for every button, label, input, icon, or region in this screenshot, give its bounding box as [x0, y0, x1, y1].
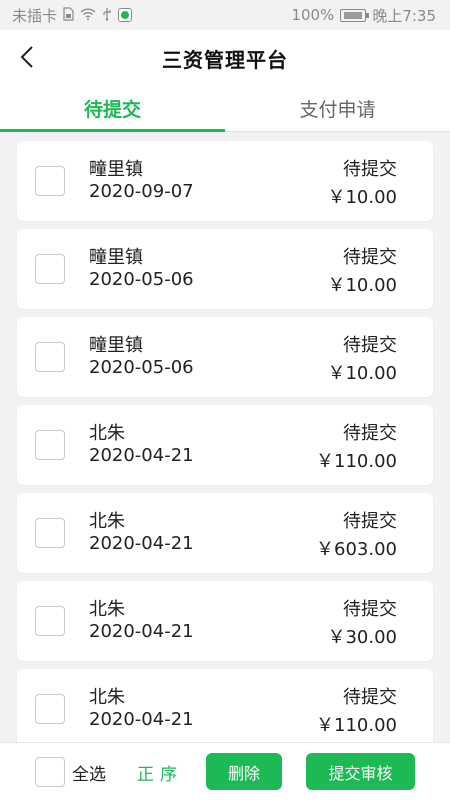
select-all-label[interactable]: 全选 [72, 760, 106, 785]
clock: 晚上7:35 [372, 6, 436, 25]
item-place: 疃里镇 [89, 335, 143, 356]
app-header: 三资管理平台 [0, 30, 450, 86]
item-date: 2020-04-21 [89, 621, 194, 642]
item-amount: ￥10.00 [327, 187, 397, 208]
item-status: 待提交 [343, 423, 397, 444]
app-notification-icon [118, 8, 133, 22]
tab-pending-submit[interactable]: 待提交 [0, 86, 225, 132]
list-item[interactable]: 疃里镇 2020-05-06 待提交 ￥10.00 [17, 229, 433, 309]
item-place: 疃里镇 [89, 159, 143, 180]
usb-icon [102, 7, 112, 24]
list-item[interactable]: 北朱 2020-04-21 待提交 ￥110.00 [17, 669, 433, 742]
item-place: 疃里镇 [89, 247, 143, 268]
item-amount: ￥603.00 [316, 539, 397, 560]
item-status: 待提交 [343, 687, 397, 708]
item-place: 北朱 [89, 687, 125, 708]
item-date: 2020-04-21 [89, 445, 194, 466]
page-title: 三资管理平台 [162, 47, 288, 72]
item-status: 待提交 [343, 599, 397, 620]
item-checkbox[interactable] [35, 430, 65, 460]
wifi-icon [80, 7, 96, 23]
item-date: 2020-05-06 [89, 269, 194, 290]
item-status: 待提交 [343, 247, 397, 268]
back-button[interactable] [10, 40, 44, 74]
item-amount: ￥10.00 [327, 275, 397, 296]
item-status: 待提交 [343, 335, 397, 356]
item-checkbox[interactable] [35, 166, 65, 196]
item-amount: ￥110.00 [316, 715, 397, 736]
item-status: 待提交 [343, 159, 397, 180]
record-list[interactable]: 疃里镇 2020-09-07 待提交 ￥10.00 疃里镇 2020-05-06… [0, 132, 450, 742]
item-date: 2020-04-21 [89, 533, 194, 554]
item-checkbox[interactable] [35, 606, 65, 636]
item-date: 2020-04-21 [89, 709, 194, 730]
bottom-action-bar: 全选 正序 删除 提交审核 [0, 742, 450, 800]
status-bar: 未插卡 100% 晚上7:35 [0, 0, 450, 30]
item-checkbox[interactable] [35, 254, 65, 284]
item-place: 北朱 [89, 599, 125, 620]
status-right: 100% 晚上7:35 [291, 5, 436, 26]
select-all-checkbox[interactable] [35, 757, 65, 787]
delete-button[interactable]: 删除 [206, 753, 282, 790]
item-checkbox[interactable] [35, 518, 65, 548]
sim-icon [63, 6, 74, 24]
battery-percent: 100% [291, 6, 335, 24]
battery-icon [340, 8, 370, 22]
item-date: 2020-05-06 [89, 357, 194, 378]
item-place: 北朱 [89, 423, 125, 444]
item-date: 2020-09-07 [89, 181, 194, 202]
chevron-left-icon [20, 46, 33, 68]
item-amount: ￥30.00 [327, 627, 397, 648]
item-amount: ￥10.00 [327, 363, 397, 384]
item-checkbox[interactable] [35, 694, 65, 724]
item-status: 待提交 [343, 511, 397, 532]
submit-review-button[interactable]: 提交审核 [306, 753, 415, 790]
item-place: 北朱 [89, 511, 125, 532]
list-item[interactable]: 疃里镇 2020-09-07 待提交 ￥10.00 [17, 141, 433, 221]
list-item[interactable]: 北朱 2020-04-21 待提交 ￥603.00 [17, 493, 433, 573]
list-item[interactable]: 北朱 2020-04-21 待提交 ￥30.00 [17, 581, 433, 661]
carrier-text: 未插卡 [12, 6, 58, 25]
list-item[interactable]: 北朱 2020-04-21 待提交 ￥110.00 [17, 405, 433, 485]
list-item[interactable]: 疃里镇 2020-05-06 待提交 ￥10.00 [17, 317, 433, 397]
tab-bar: 待提交 支付申请 [0, 86, 450, 132]
item-checkbox[interactable] [35, 342, 65, 372]
status-left: 未插卡 [12, 5, 133, 26]
sort-order-button[interactable]: 正序 [137, 760, 183, 785]
tab-payment-request[interactable]: 支付申请 [225, 86, 450, 131]
item-amount: ￥110.00 [316, 451, 397, 472]
